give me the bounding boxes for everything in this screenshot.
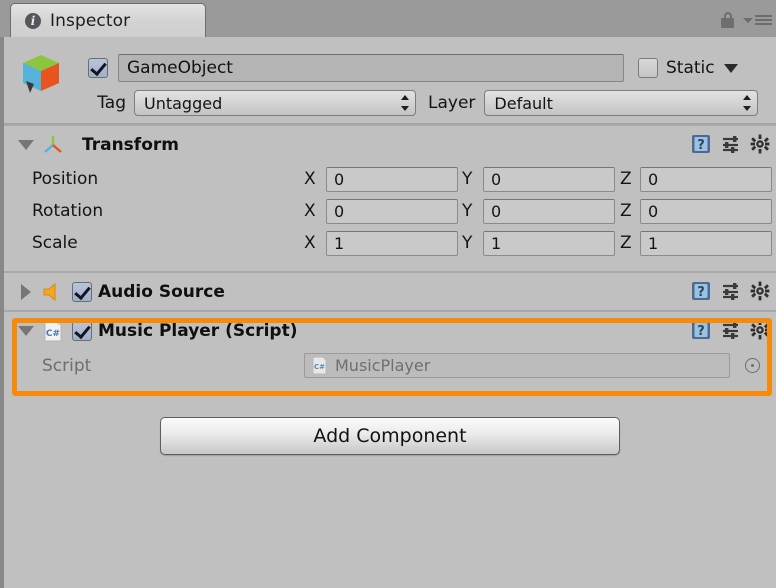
axis-label-y: Y [462, 169, 473, 189]
position-x-input[interactable]: 0 [326, 166, 458, 192]
tab-inspector-label: Inspector [50, 10, 131, 31]
triangle-right-icon[interactable] [18, 283, 34, 300]
svg-text:C#: C# [46, 329, 60, 339]
add-component-button[interactable]: Add Component [160, 417, 620, 455]
script-value: MusicPlayer [335, 356, 431, 375]
transform-label-rotation: Rotation [32, 201, 104, 221]
transform-axis-icon [44, 135, 62, 153]
component-actions-audio-source: ? [690, 280, 770, 302]
triangle-down-icon[interactable] [18, 323, 34, 339]
tab-inspector[interactable]: i Inspector [10, 3, 206, 37]
preset-sliders-icon[interactable] [721, 281, 741, 301]
script-object-field[interactable]: C# MusicPlayer [304, 353, 730, 378]
gear-icon[interactable] [750, 281, 770, 301]
gameobject-enabled-checkbox[interactable] [88, 58, 108, 78]
transform-row-rotation: Rotation X 0 Y 0 Z 0 [4, 195, 776, 227]
static-group: Static [638, 58, 738, 78]
position-y-input[interactable]: 0 [483, 166, 615, 192]
axis-label-x: X [304, 169, 316, 189]
gear-icon[interactable] [750, 320, 770, 340]
transform-bottom-spacer [4, 259, 776, 271]
position-z-input[interactable]: 0 [640, 166, 772, 192]
inspector-toolbar [721, 12, 772, 28]
svg-text:?: ? [697, 324, 705, 339]
help-book-icon[interactable]: ? [690, 280, 712, 302]
scale-y-input[interactable]: 1 [483, 230, 615, 256]
stepper-arrows-icon [400, 95, 409, 111]
object-picker-icon[interactable] [745, 358, 760, 373]
axis-label-x: X [304, 201, 316, 221]
svg-text:?: ? [697, 138, 705, 153]
scale-z-input[interactable]: 1 [640, 230, 772, 256]
component-title-transform: Transform [82, 134, 179, 155]
axis-label-y: Y [462, 233, 473, 253]
gear-icon[interactable] [750, 134, 770, 154]
info-icon: i [25, 12, 41, 29]
rotation-y-input[interactable]: 0 [483, 198, 615, 224]
component-actions-music-player: ? [690, 319, 770, 341]
tag-dropdown[interactable]: Untagged [134, 90, 416, 116]
transform-label-position: Position [32, 169, 99, 189]
axis-label-z: Z [620, 233, 632, 253]
lock-icon[interactable] [721, 12, 736, 28]
axis-label-y: Y [462, 201, 473, 221]
preset-sliders-icon[interactable] [721, 320, 741, 340]
hamburger-menu-icon[interactable] [743, 15, 772, 25]
csharp-script-icon: C# [312, 356, 327, 375]
svg-text:C#: C# [314, 363, 325, 371]
transform-row-scale: Scale X 1 Y 1 Z 1 [4, 227, 776, 259]
layer-dropdown[interactable]: Default [484, 90, 759, 116]
static-checkbox[interactable] [638, 58, 658, 78]
script-field-row: Script C# MusicPlayer [4, 349, 776, 382]
axis-label-z: Z [620, 201, 632, 221]
static-label: Static [666, 58, 715, 78]
csharp-script-icon: C# [44, 320, 62, 341]
rotation-z-input[interactable]: 0 [640, 198, 772, 224]
gameobject-name-row: GameObject Static [88, 53, 772, 83]
tag-label: Tag [97, 93, 126, 113]
inspector-panel: GameObject Static Tag Untagged Layer Def… [0, 37, 776, 588]
scale-x-input[interactable]: 1 [326, 230, 458, 256]
gameobject-name-input[interactable]: GameObject [118, 54, 624, 82]
axis-label-z: Z [620, 169, 632, 189]
add-component-row: Add Component [4, 417, 776, 455]
layer-value: Default [494, 93, 553, 113]
help-book-icon[interactable]: ? [690, 319, 712, 341]
tag-value: Untagged [144, 93, 223, 113]
component-header-music-player[interactable]: C# Music Player (Script) ? [4, 310, 776, 349]
triangle-down-icon[interactable] [18, 137, 34, 153]
preset-sliders-icon[interactable] [721, 134, 741, 154]
tab-strip: i Inspector [0, 0, 776, 37]
component-title-music-player: Music Player (Script) [98, 320, 298, 341]
svg-text:?: ? [697, 285, 705, 300]
script-label: Script [42, 355, 92, 376]
axis-label-x: X [304, 233, 316, 253]
tag-layer-row: Tag Untagged Layer Default [4, 89, 776, 117]
component-header-audio-source[interactable]: Audio Source ? [4, 271, 776, 310]
component-title-audio-source: Audio Source [98, 281, 225, 302]
stepper-arrows-icon [742, 95, 751, 111]
audio-source-enabled-checkbox[interactable] [72, 281, 92, 302]
transform-row-position: Position X 0 Y 0 Z 0 [4, 163, 776, 195]
help-book-icon[interactable]: ? [690, 133, 712, 155]
component-actions-transform: ? [690, 133, 770, 155]
rotation-x-input[interactable]: 0 [326, 198, 458, 224]
chevron-down-icon[interactable] [723, 63, 738, 73]
music-player-enabled-checkbox[interactable] [72, 320, 92, 341]
component-header-transform[interactable]: Transform ? [4, 125, 776, 163]
layer-label: Layer [428, 93, 476, 113]
audio-speaker-icon [43, 282, 56, 301]
gameobject-header: GameObject Static Tag Untagged Layer Def… [4, 37, 776, 125]
transform-label-scale: Scale [32, 233, 78, 253]
unity-inspector-window: i Inspector GameObject Static Tag Untagg… [0, 0, 776, 588]
